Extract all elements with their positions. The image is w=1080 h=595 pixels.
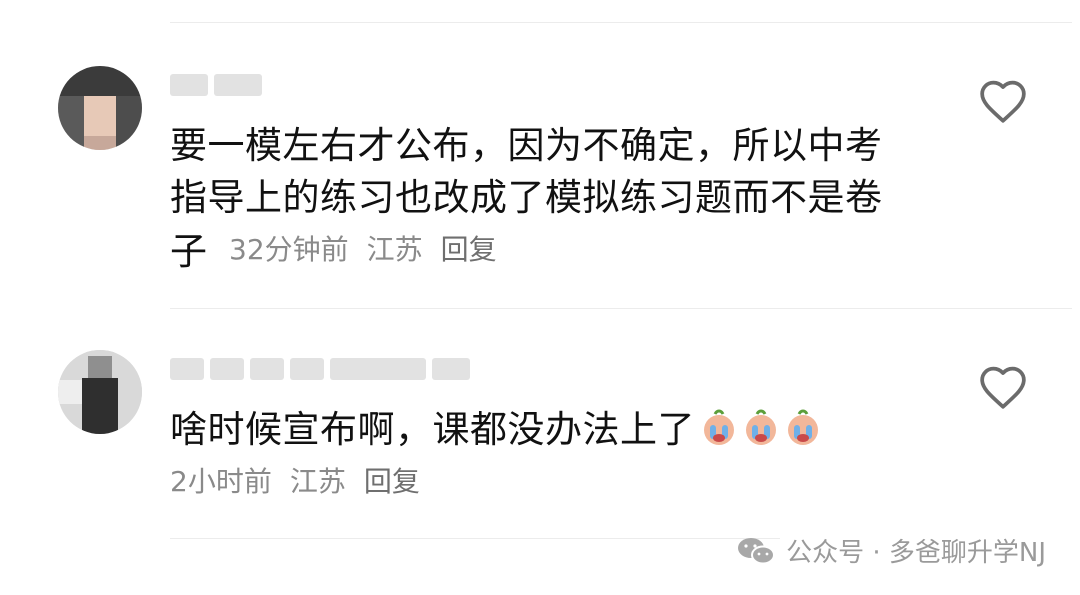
avatar[interactable] [58, 66, 142, 150]
reply-button[interactable]: 回复 [364, 460, 420, 500]
crying-face-emoji [746, 409, 776, 445]
crying-face-emoji [704, 409, 734, 445]
bottom-divider [170, 538, 780, 539]
location: 江苏 [289, 465, 346, 498]
location: 江苏 [366, 233, 423, 266]
comment-line: 指导上的练习也改成了模拟练习题而不是卷 [170, 176, 883, 219]
comment-line: 要一模左右才公布，因为不确定，所以中考 [170, 124, 883, 167]
comment-meta: 子 32分钟前 江苏 回复 [170, 224, 497, 273]
username-blurred[interactable] [170, 356, 470, 382]
wechat-icon [738, 537, 776, 564]
watermark-text: 公众号 · 多爸聊升学NJ [786, 538, 1046, 568]
comment-meta: 2小时前 江苏 回复 [170, 460, 420, 500]
avatar[interactable] [58, 350, 142, 434]
comment-text: 要一模左右才公布，因为不确定，所以中考 指导上的练习也改成了模拟练习题而不是卷 [170, 120, 883, 224]
comment-line: 子 [170, 230, 207, 273]
watermark: 公众号 · 多爸聊升学NJ [736, 532, 1046, 569]
top-divider [170, 22, 1072, 23]
comment-line: 啥时候宣布啊，课都没办法上了 [170, 408, 695, 451]
timestamp: 2小时前 [170, 465, 272, 498]
comment-divider [170, 308, 1072, 309]
reply-button[interactable]: 回复 [441, 228, 497, 268]
timestamp: 32分钟前 [229, 233, 349, 266]
emoji-group [699, 408, 823, 448]
username-blurred[interactable] [170, 72, 262, 98]
comment-text: 啥时候宣布啊，课都没办法上了 [170, 404, 823, 456]
heart-outline-icon[interactable] [978, 78, 1028, 124]
heart-outline-icon[interactable] [978, 364, 1028, 410]
crying-face-emoji [788, 409, 818, 445]
